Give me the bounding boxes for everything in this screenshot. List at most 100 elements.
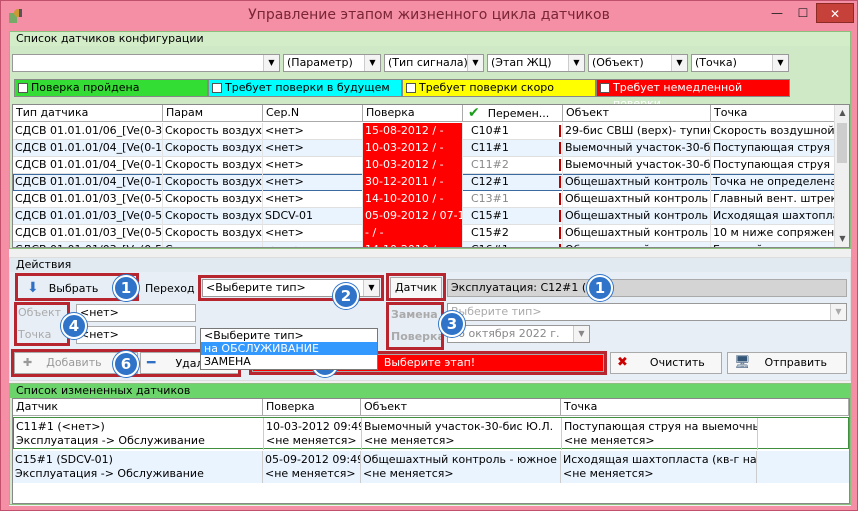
send-button[interactable]: 🖥 Отправить (727, 352, 847, 374)
col-header-object[interactable]: Объект (361, 399, 561, 416)
annotation-box-replace-check (386, 302, 444, 350)
filter-object-combo[interactable]: (Объект) ▼ (588, 54, 688, 72)
badge-1-sensor: 1 (587, 275, 613, 301)
changed-check-cell: 10-03-2012 09:49:54 <не меняется> (264, 418, 362, 450)
col-header-object[interactable]: Объект (563, 105, 711, 122)
check-date-picker[interactable]: 16 октября 2022 г. ▼ (447, 325, 590, 343)
cell-var: C15#2 (463, 225, 563, 242)
legend-soon[interactable]: Требует поверки скоро (402, 79, 596, 97)
maximize-button[interactable]: ☐ (790, 3, 816, 23)
filter-param-combo[interactable]: (Параметр) ▼ (283, 54, 381, 72)
cell-ser: <нет> (263, 157, 363, 174)
cell-var: C10#1 (463, 123, 563, 140)
table-row[interactable]: СДСВ 01.01.01/04_[Ve(0-10)мСкорость возд… (13, 157, 835, 174)
dropdown-option[interactable]: <Выберите тип> (201, 329, 377, 342)
cell-param: Скорость воздуха ( (163, 157, 263, 174)
badge-2-transition: 2 (333, 283, 359, 309)
clear-button[interactable]: ✖ Очистить (610, 352, 722, 374)
chevron-down-icon: ▼ (573, 326, 589, 342)
col-header-sensor[interactable]: Датчик (13, 399, 263, 416)
legend-urgent[interactable]: Требует немедленной поверки (596, 79, 790, 110)
table-row[interactable]: C11#1 (<нет>) Эксплуатация -> Обслуживан… (13, 417, 849, 450)
filter-stage-combo[interactable]: (Этап ЖЦ) ▼ (487, 54, 585, 72)
col-header-check[interactable]: Поверка (363, 105, 463, 122)
dropdown-option[interactable]: ЗАМЕНА (201, 355, 377, 368)
table-row[interactable]: СДСВ 01.01.01/03_[Ve(0-5)м/Скорость возд… (13, 208, 835, 225)
cell-obj: Общешахтный контроль - южн (563, 208, 711, 225)
cell-var: C11#2 (463, 157, 563, 174)
scroll-thumb[interactable] (837, 123, 847, 163)
changed-sensors-table[interactable]: Датчик Поверка Объект Точка C11#1 (<нет>… (12, 398, 850, 504)
flag-marker-icon (559, 193, 562, 205)
flag-marker-icon (559, 244, 562, 247)
filter-signal-combo[interactable]: (Тип сигнала) ▼ (384, 54, 484, 72)
legend-soon-label: Требует поверки скоро (419, 81, 555, 94)
cell-ser: <нет> (263, 174, 363, 191)
changed-object-cell: Общешахтный контроль - южное крыл <не ме… (361, 451, 561, 483)
annotation-box-sensor (386, 273, 446, 301)
legend-future[interactable]: Требует поверки в будущем (208, 79, 402, 97)
cell-point: Главный вент. штрек го (711, 242, 835, 247)
filter-point-combo[interactable]: (Точка) ▼ (691, 54, 789, 72)
replace-type-combo[interactable]: Выберите тип> ▼ (447, 303, 847, 321)
legend-passed[interactable]: Поверка пройдена (14, 79, 208, 97)
vertical-scrollbar[interactable]: ▲ ▼ (834, 105, 849, 247)
chevron-down-icon: ▼ (467, 55, 483, 71)
col-header-serial[interactable]: Сер.N (263, 105, 363, 122)
table-row[interactable]: СДСВ 01.01.01/04_[Ve(0-10)мСкорость возд… (13, 140, 835, 157)
cell-check: 30-12-2011 / - (363, 174, 463, 191)
col-header-var[interactable]: ✔ Перемен... (463, 105, 563, 122)
col-header-point[interactable]: Точка (561, 399, 849, 416)
transition-type-dropdown[interactable]: <Выберите тип> на ОБСЛУЖИВАНИЕ ЗАМЕНА (200, 328, 378, 370)
cell-check: - / - (363, 225, 463, 242)
scroll-up-icon[interactable]: ▲ (835, 105, 849, 121)
badge-1-select: 1 (113, 275, 139, 301)
cell-var: C12#1 (463, 174, 563, 191)
actions-group: Действия ⬇ Выбрать Переход <Выберите тип>… (9, 257, 851, 381)
close-button[interactable]: ✕ (816, 3, 854, 23)
table-row[interactable]: СДСВ 01.01.01/04_[Ve(0-10)мСкорость возд… (13, 174, 835, 191)
table-row[interactable]: СДСВ 01.01.01/03_[Ve(0-5)м/Скорость возд… (13, 242, 835, 247)
filter-stage-value: (Этап ЖЦ) (491, 56, 552, 69)
filter-sensor-combo[interactable]: ▼ (12, 54, 280, 72)
changed-caption: Список измененных датчиков (10, 384, 850, 398)
table-row[interactable]: СДСВ 01.01.01/06_[Ve(0-30)мСкорость возд… (13, 123, 835, 140)
changed-point-cell: Исходящая шахтопласта (кв-г на пласт <не… (561, 451, 757, 483)
cell-check: 15-08-2012 / - (363, 123, 463, 140)
table-row[interactable]: C15#1 (SDCV-01) Эксплуатация -> Обслужив… (13, 451, 849, 483)
col-header-point[interactable]: Точка (711, 105, 835, 122)
col-header-check[interactable]: Поверка (263, 399, 361, 416)
config-sensors-group: Список датчиков конфигурации ▼ (Параметр… (9, 31, 851, 249)
chevron-down-icon: ▼ (772, 55, 788, 71)
config-sensors-table[interactable]: Тип датчика Парам Сер.N Поверка ✔ Перемен… (12, 104, 850, 248)
cell-obj: 29-бис СВШ (верх)- тупиковое (563, 123, 711, 140)
cell-obj: Выемочный участок-30-бис Ю.Л (563, 157, 711, 174)
col-header-var-label: Перемен... (487, 107, 550, 120)
cell-param: Скорость воздуха ( (163, 191, 263, 208)
cell-check: 14-10-2010 / - (363, 191, 463, 208)
checkbox-icon (18, 83, 28, 93)
cell-param: Скорость воздуха ( (163, 242, 263, 247)
dropdown-option[interactable]: на ОБСЛУЖИВАНИЕ (201, 342, 377, 355)
cell-ser: <нет> (263, 242, 363, 247)
cell-point: Главный вент. штрек го (711, 191, 835, 208)
point-field[interactable]: <нет> (76, 326, 196, 344)
cell-check: 10-03-2012 / - (363, 157, 463, 174)
changed-check-cell: 05-09-2012 09:49:54 <не меняется> (263, 451, 361, 483)
cell-type: СДСВ 01.01.01/03_[Ve(0-5)м/ (13, 208, 163, 225)
table-row[interactable]: СДСВ 01.01.01/03_[Ve(0-5)м/Скорость возд… (13, 191, 835, 208)
col-header-type[interactable]: Тип датчика (13, 105, 163, 122)
filter-param-value: (Параметр) (287, 56, 353, 69)
chevron-down-icon: ▼ (263, 55, 279, 71)
cell-param: Скорость воздуха ( (163, 174, 263, 191)
filter-point-value: (Точка) (695, 56, 737, 69)
check-date-value: 16 октября 2022 г. (451, 327, 560, 340)
col-header-param[interactable]: Парам (163, 105, 263, 122)
table-row[interactable]: СДСВ 01.01.01/03_[Ve(0-5)м/Скорость возд… (13, 225, 835, 242)
flag-marker-icon (559, 125, 562, 137)
scroll-down-icon[interactable]: ▼ (835, 231, 849, 247)
cell-var: C13#1 (463, 191, 563, 208)
object-field[interactable]: <нет> (76, 304, 196, 322)
minimize-button[interactable]: — (764, 3, 790, 23)
cell-check: 14-10-2010 / - (363, 242, 463, 247)
